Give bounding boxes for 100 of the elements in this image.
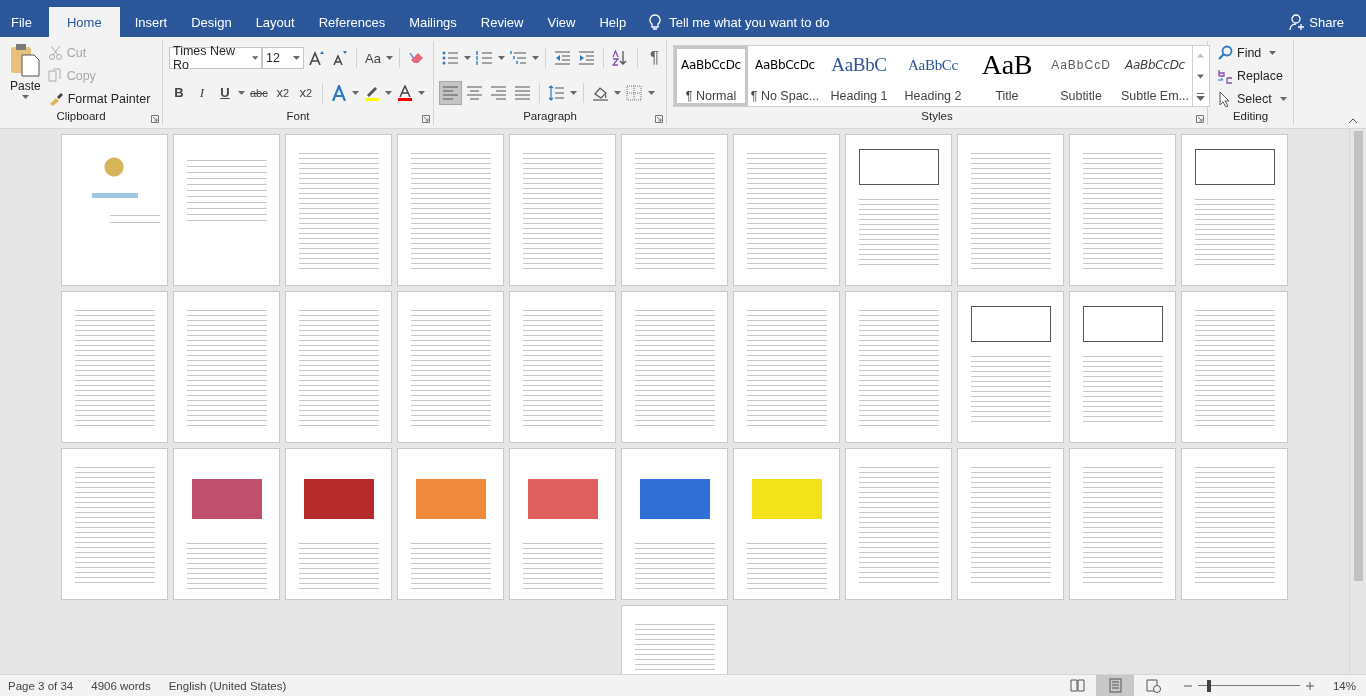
page-thumbnail[interactable] — [734, 292, 839, 442]
page-thumbnail[interactable] — [958, 449, 1063, 599]
font-size-value: 12 — [266, 51, 280, 66]
style-gallery-item[interactable]: AaBbCc Heading 2 — [896, 46, 970, 106]
indent-icon — [578, 50, 595, 67]
align-right-icon — [490, 84, 507, 101]
style-gallery-item[interactable]: AaBbCcDc Subtle Em... — [1118, 46, 1192, 106]
ribbon-tab[interactable]: Insert — [123, 7, 179, 37]
change-case-button[interactable]: Aa — [363, 47, 383, 70]
page-count[interactable]: Page 3 of 34 — [0, 679, 83, 692]
caret-icon — [648, 90, 655, 95]
page-thumbnail[interactable] — [510, 135, 615, 285]
group-label: Editing — [1231, 110, 1270, 124]
ribbon-tab[interactable]: References — [307, 7, 397, 37]
page-thumbnail[interactable] — [1070, 135, 1175, 285]
ribbon-tab[interactable]: Mailings — [398, 7, 468, 37]
share-button[interactable]: Share — [1289, 7, 1344, 37]
style-gallery-item[interactable]: AaBbCcDc ¶ Normal — [674, 46, 748, 106]
dialog-launcher-icon[interactable] — [422, 115, 430, 123]
page-thumbnail[interactable] — [510, 292, 615, 442]
select-button[interactable]: Select — [1214, 87, 1290, 110]
replace-button[interactable]: Replace — [1214, 64, 1290, 87]
page-thumbnail[interactable] — [1070, 292, 1175, 442]
show-formatting-marks-button[interactable]: ¶ — [644, 47, 666, 70]
plus-icon[interactable] — [1306, 681, 1314, 690]
style-gallery-item[interactable]: AaBbCcD Subtitle — [1044, 46, 1118, 106]
page-thumbnail[interactable] — [1070, 449, 1175, 599]
page-thumbnail[interactable] — [622, 135, 727, 285]
page-thumbnail[interactable] — [622, 292, 727, 442]
underline-button[interactable]: U — [215, 81, 235, 104]
letter-a-underbar-icon — [396, 84, 413, 101]
outdent-icon — [554, 50, 571, 67]
magnifier-icon — [1217, 44, 1233, 61]
tell-me-search[interactable]: Tell me what you want to do — [669, 14, 830, 30]
page-thumbnail[interactable] — [62, 292, 167, 442]
page-thumbnail[interactable] — [846, 135, 951, 285]
group-label: Font — [285, 110, 311, 124]
caret-icon — [417, 90, 425, 95]
page-thumbnail[interactable] — [846, 449, 951, 599]
page-thumbnail[interactable] — [286, 449, 391, 599]
ribbon-tab[interactable]: Layout — [244, 7, 306, 37]
page-thumbnail[interactable] — [958, 135, 1063, 285]
caret-icon — [614, 90, 621, 95]
collapse-ribbon-icon[interactable] — [1348, 118, 1358, 124]
page-thumbnail[interactable] — [286, 135, 391, 285]
page-thumbnail[interactable] — [398, 292, 503, 442]
ribbon-tab[interactable]: Review — [469, 7, 535, 37]
strikethrough-button[interactable]: abc — [248, 81, 270, 104]
vertical-scrollbar[interactable] — [1349, 129, 1366, 674]
ribbon-tab[interactable]: View — [536, 7, 587, 37]
paste-button[interactable]: Paste — [6, 41, 45, 110]
highlighter-icon — [363, 84, 380, 101]
page-layout-icon — [1107, 678, 1123, 693]
ribbon-tab[interactable]: Design — [180, 7, 243, 37]
font-size-field[interactable]: 12 — [262, 47, 304, 70]
caret-icon — [1269, 50, 1277, 55]
dialog-launcher-icon[interactable] — [655, 115, 663, 123]
font-name-field[interactable]: Times New Ro — [169, 47, 262, 70]
zoom-level[interactable]: 14% — [1314, 679, 1366, 692]
format-painter-button[interactable]: Format Painter — [44, 87, 154, 110]
italic-button[interactable]: I — [192, 81, 212, 104]
page-thumbnail[interactable] — [62, 449, 167, 599]
page-thumbnail[interactable] — [286, 292, 391, 442]
style-gallery-item[interactable]: AaB Title — [970, 46, 1044, 106]
dialog-launcher-icon[interactable] — [1196, 115, 1204, 123]
caret-icon — [532, 56, 539, 61]
word-count[interactable]: 4906 words — [82, 679, 160, 692]
page-thumbnail[interactable] — [510, 449, 615, 599]
letter-a-up-icon — [309, 50, 325, 67]
language-indicator[interactable]: English (United States) — [159, 679, 296, 692]
style-gallery-item[interactable]: AaBbC Heading 1 — [822, 46, 896, 106]
style-gallery-item[interactable]: AaBbCcDc ¶ No Spac... — [748, 46, 822, 106]
group-label: Paragraph — [522, 110, 578, 124]
ribbon-tab[interactable]: Home — [48, 7, 120, 37]
page-thumbnail[interactable] — [958, 292, 1063, 442]
dialog-launcher-icon[interactable] — [151, 115, 159, 123]
align-left-button[interactable] — [440, 81, 461, 104]
ribbon-tab[interactable]: File — [0, 7, 43, 37]
page-thumbnail[interactable] — [174, 449, 279, 599]
bullet-list-icon — [442, 50, 459, 67]
page-thumbnail[interactable] — [846, 292, 951, 442]
page-thumbnail[interactable] — [174, 292, 279, 442]
page-thumbnail[interactable] — [62, 135, 167, 285]
page-thumbnail[interactable] — [398, 449, 503, 599]
caret-icon — [351, 90, 359, 95]
page-thumbnail[interactable] — [398, 135, 503, 285]
ribbon-tab[interactable]: Help — [588, 7, 638, 37]
page-thumbnail[interactable] — [734, 135, 839, 285]
caret-icon — [1279, 96, 1287, 101]
page-thumbnail[interactable] — [1182, 135, 1287, 285]
find-button[interactable]: Find — [1214, 41, 1290, 64]
page-thumbnail[interactable] — [1182, 292, 1287, 442]
bold-button[interactable]: B — [169, 81, 189, 104]
page-thumbnail[interactable] — [622, 449, 727, 599]
copy-icon — [47, 68, 63, 83]
page-thumbnail[interactable] — [734, 449, 839, 599]
page-thumbnail[interactable] — [174, 135, 279, 285]
page-thumbnail[interactable] — [1182, 449, 1287, 599]
print-layout-button[interactable] — [1096, 675, 1134, 696]
group-label: Styles — [920, 110, 954, 124]
